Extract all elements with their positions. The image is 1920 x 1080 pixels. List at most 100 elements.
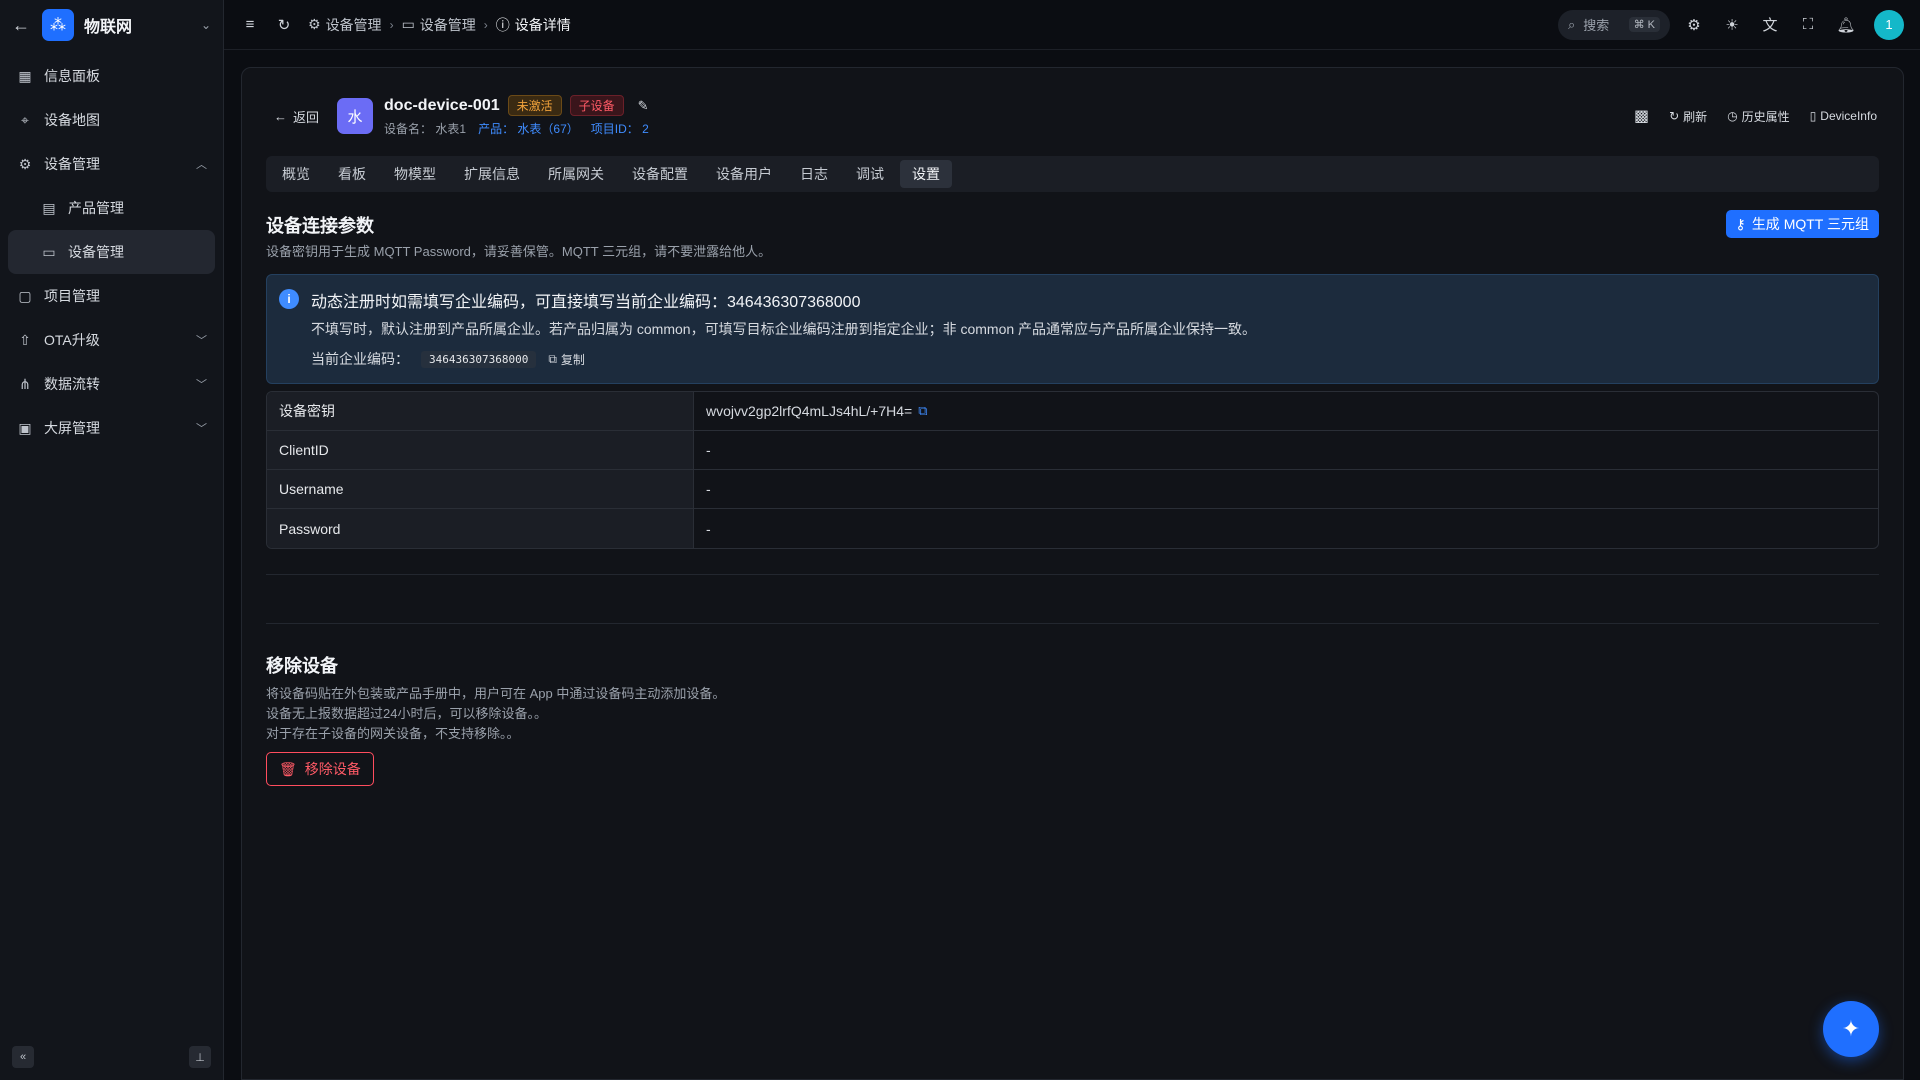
history-button[interactable]: ◷ 历史属性 [1727,108,1790,125]
tab-dashboard[interactable]: 看板 [326,160,378,188]
sidebar-item-device-management[interactable]: ▭ 设备管理 [8,230,215,274]
breadcrumb: ⚙ 设备管理 › ▭ 设备管理 › ⓘ 设备详情 [308,15,571,35]
ai-assistant-fab-icon[interactable]: ✦ [1823,1001,1879,1057]
breadcrumb-item[interactable]: ⚙ 设备管理 [308,15,382,35]
tab-thing-model[interactable]: 物模型 [382,160,448,188]
remove-desc-line: 对于存在子设备的网关设备，不支持移除。。 [266,726,520,741]
remove-section-title: 移除设备 [266,656,338,676]
breadcrumb-label: 设备管理 [419,16,476,33]
device-info-button[interactable]: ▯ DeviceInfo [1810,109,1877,123]
generate-mqtt-button[interactable]: ⚷ 生成 MQTT 三元组 [1725,210,1879,238]
meta-value: 水表（67） [517,122,579,136]
sidebar-item-label: 信息面板 [44,68,100,84]
meta-project-link[interactable]: 项目ID： 2 [591,120,649,137]
device-tabs: 概览 看板 物模型 扩展信息 所属网关 设备配置 设备用户 日志 调试 设置 [266,156,1879,192]
sidebar-item-product-management[interactable]: ▤ 产品管理 [0,186,223,230]
search-icon: ⌕ [1568,16,1576,32]
fullscreen-icon[interactable]: ⛶ [1798,16,1818,33]
menu-toggle-icon[interactable]: ≡ [240,16,260,33]
qrcode-button[interactable]: ▩ [1634,106,1649,126]
status-badge: 未激活 [507,95,562,116]
topbar: ≡ ↻ ⚙ 设备管理 › ▭ 设备管理 › ⓘ 设备详情 ⌕ 搜索 ⌘ K ⚙ … [224,0,1920,50]
alert-code-row: 当前企业编码： 346436307368000 ⧉ 复制 [311,349,585,369]
avatar[interactable]: 1 [1874,9,1904,40]
table-row: Password - [267,509,1878,548]
settings-icon[interactable]: ⚙ [1684,16,1704,34]
sidebar-item-label: 设备管理 [44,156,100,172]
info-icon: i [279,289,299,309]
tab-settings[interactable]: 设置 [900,160,952,188]
history-label: 历史属性 [1741,109,1790,124]
device-info: doc-device-001 未激活 子设备 ✎ 设备名： 水表1 产品： 水表… [384,95,649,137]
pin-icon[interactable]: ⊥ [189,1046,211,1068]
sidebar-footer: « ⊥ [0,1046,223,1070]
tab-extended-info[interactable]: 扩展信息 [452,160,532,188]
row-value: - [706,481,711,497]
map-icon: ⌖ [21,111,29,128]
bell-icon[interactable]: 🔔︎ [1836,16,1856,34]
sidebar-menu: ▦ 信息面板 ⌖ 设备地图 ⚙ 设备管理 ︿ ▤ 产品管理 ▭ 设备管理 ▢ 项… [0,50,223,450]
chevron-right-icon: › [483,17,488,32]
copy-code-button[interactable]: ⧉ 复制 [548,351,585,368]
meta-device-name: 设备名： 水表1 [384,120,466,137]
upgrade-icon: ⇧ [19,331,31,348]
sidebar-item-device-map[interactable]: ⌖ 设备地图 [0,98,223,142]
refresh-icon[interactable]: ↻ [274,16,294,34]
sidebar-item-dashboard[interactable]: ▦ 信息面板 [0,54,223,98]
tab-device-config[interactable]: 设备配置 [620,160,700,188]
edit-icon[interactable]: ✎ [638,98,649,114]
row-key: Password [267,509,694,548]
divider [266,623,1879,624]
tab-gateway[interactable]: 所属网关 [536,160,616,188]
breadcrumb-label: 设备详情 [514,16,571,33]
sidebar-item-project-management[interactable]: ▢ 项目管理 [0,274,223,318]
sidebar-item-device-management-group[interactable]: ⚙ 设备管理 ︿ [0,142,223,186]
meta-label: 产品： [478,122,515,136]
back-arrow-icon[interactable]: ← [12,15,32,36]
theme-sun-icon[interactable]: ☀ [1722,16,1742,34]
tab-debug[interactable]: 调试 [844,160,896,188]
chevron-right-icon: › [389,17,394,32]
chevron-down-icon[interactable]: ⌄ [201,18,211,32]
translate-icon[interactable]: 文 [1760,14,1780,35]
collapse-sidebar-icon[interactable]: « [12,1046,34,1068]
sidebar-item-big-screen[interactable]: ▣ 大屏管理 ﹀ [0,406,223,450]
back-button[interactable]: ← 返回 [274,107,319,126]
device-icon: ▭ [42,243,56,260]
sidebar-item-data-flow[interactable]: ⋔ 数据流转 ﹀ [0,362,223,406]
search-input[interactable]: ⌕ 搜索 ⌘ K [1558,9,1670,40]
flow-icon: ⋔ [19,375,31,392]
app-name[interactable]: 物联网 [84,13,191,37]
app-logo-icon: ⁂ [42,9,74,41]
key-icon: ⚷ [1735,215,1746,232]
table-row: Username - [267,470,1878,509]
sidebar-item-label: OTA升级 [44,332,100,348]
type-badge: 子设备 [569,95,624,116]
refresh-label: 刷新 [1683,109,1708,124]
breadcrumb-item[interactable]: ▭ 设备管理 [402,15,476,35]
tab-overview[interactable]: 概览 [270,160,322,188]
sidebar-item-ota[interactable]: ⇧ OTA升级 ﹀ [0,318,223,362]
alert-body: 不填写时，默认注册到产品所属企业。若产品归属为 common，可填写目标企业编码… [311,321,1257,337]
copy-icon[interactable]: ⧉ [918,403,927,419]
refresh-button[interactable]: ↻ 刷新 [1669,108,1707,125]
sidebar-item-label: 设备管理 [68,244,124,260]
alert-code-label: 当前企业编码： [311,351,409,367]
remove-device-button[interactable]: 🗑︎ 移除设备 [266,752,374,786]
generate-mqtt-label: 生成 MQTT 三元组 [1751,216,1869,232]
tab-logs[interactable]: 日志 [788,160,840,188]
tab-device-users[interactable]: 设备用户 [704,160,784,188]
connection-params-table: 设备密钥 wvojvv2gp2lrfQ4mLJs4hL/+7H4= ⧉ Clie… [266,391,1879,549]
refresh-icon: ↻ [1669,109,1680,123]
meta-label: 设备名： [384,122,433,136]
chevron-down-icon: ﹀ [196,423,207,435]
search-placeholder: 搜索 [1583,18,1610,33]
row-key: Username [267,470,694,508]
divider [266,574,1879,575]
device-title-row: doc-device-001 未激活 子设备 ✎ [384,95,649,116]
qrcode-icon: ▩ [1633,108,1650,125]
remove-desc-line: 将设备码贴在外包装或产品手册中，用户可在 App 中通过设备码主动添加设备。 [266,686,726,701]
info-alert: i 动态注册时如需填写企业编码，可直接填写当前企业编码：346436307368… [266,274,1879,384]
meta-product-link[interactable]: 产品： 水表（67） [478,120,579,137]
sidebar-item-label: 设备地图 [44,112,100,128]
